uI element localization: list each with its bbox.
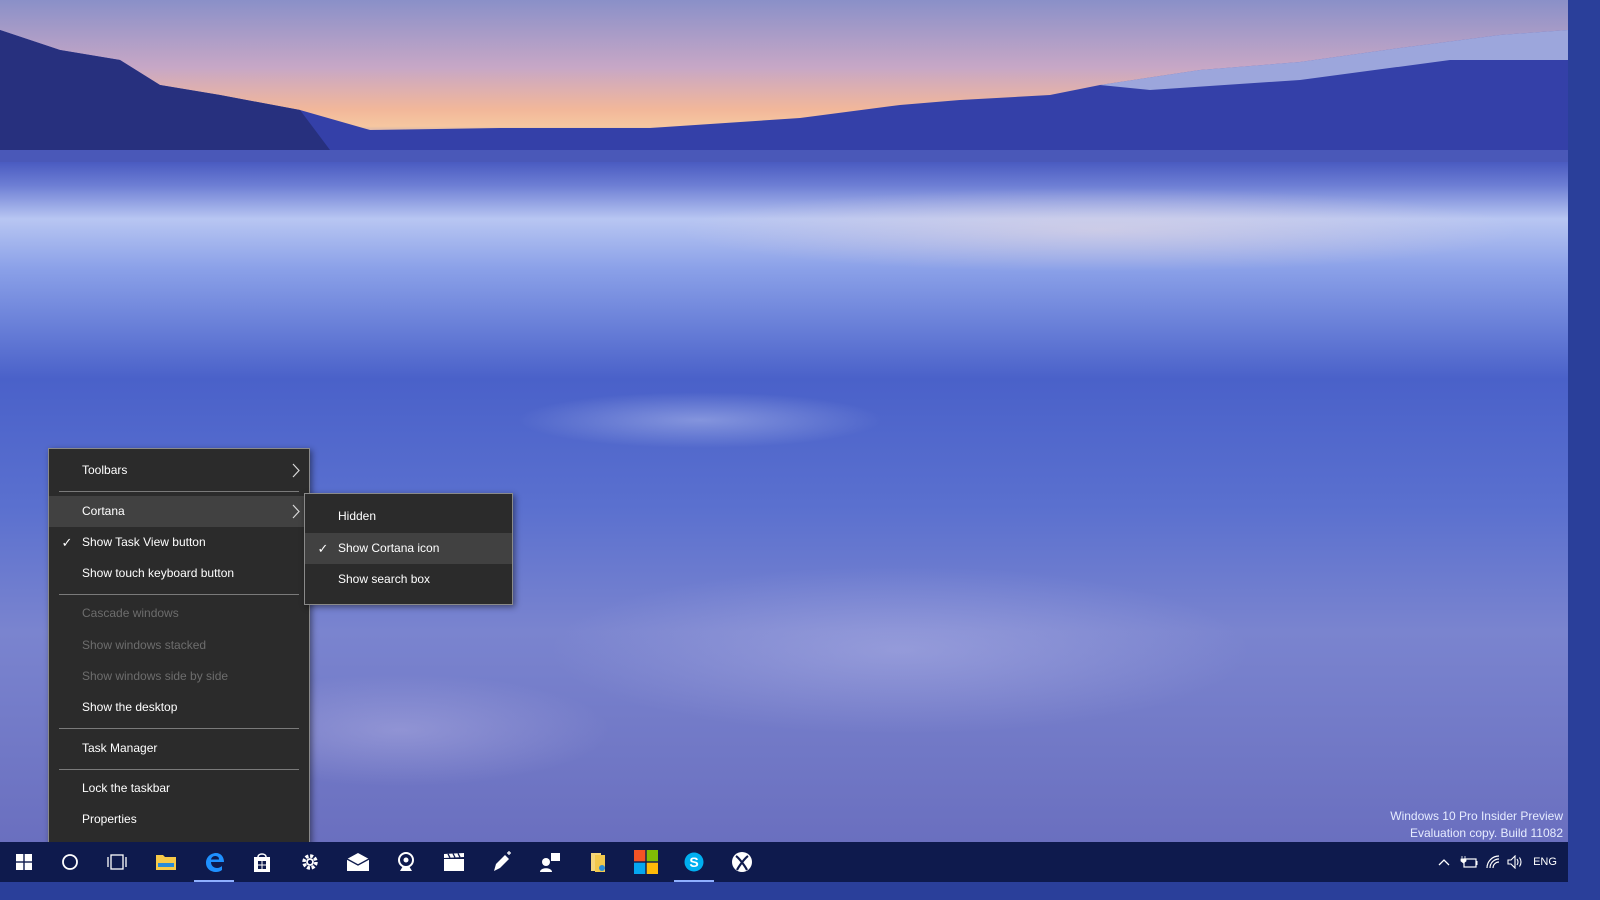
menu-item-show-windows-side-by-side: Show windows side by side bbox=[49, 661, 309, 692]
menu-item-task-manager[interactable]: Task Manager bbox=[49, 733, 309, 764]
mail-button[interactable] bbox=[334, 842, 382, 882]
menu-item-label: Hidden bbox=[338, 509, 377, 523]
folder-icon bbox=[156, 855, 176, 870]
watermark-line-1: Windows 10 Pro Insider Preview bbox=[1390, 809, 1563, 823]
camera-icon bbox=[398, 852, 414, 871]
menu-item-label: Cascade windows bbox=[82, 606, 179, 620]
chevron-right-icon bbox=[292, 504, 300, 519]
menu-item-show-touch-keyboard-button[interactable]: Show touch keyboard button bbox=[49, 558, 309, 589]
movies-app-button[interactable] bbox=[430, 842, 478, 882]
checkmark-icon: ✓ bbox=[317, 541, 329, 556]
menu-item-label: Task Manager bbox=[82, 741, 158, 755]
cortana-submenu: Hidden ✓ Show Cortana icon Show search b… bbox=[304, 493, 513, 605]
cortana-circle-icon bbox=[62, 854, 78, 870]
svg-text:S: S bbox=[689, 854, 698, 870]
speaker-icon bbox=[1507, 855, 1522, 869]
show-hidden-icons-button[interactable] bbox=[1434, 842, 1454, 882]
menu-item-properties[interactable]: Properties bbox=[49, 804, 309, 835]
taskbar[interactable]: S ENG bbox=[0, 842, 1568, 882]
store-bag-icon bbox=[254, 853, 270, 872]
menu-separator bbox=[59, 728, 299, 729]
settings-button[interactable] bbox=[286, 842, 334, 882]
edge-button[interactable] bbox=[190, 842, 238, 882]
mail-icon bbox=[346, 853, 370, 871]
taskbar-context-menu: Toolbars Cortana ✓ Show Task View button… bbox=[48, 448, 310, 845]
menu-item-label: Lock the taskbar bbox=[82, 781, 171, 795]
menu-item-label: Show windows side by side bbox=[82, 669, 229, 683]
pen-icon bbox=[494, 851, 511, 871]
gear-icon bbox=[302, 854, 318, 870]
language-indicator: ENG bbox=[1533, 856, 1557, 868]
submenu-item-show-search-box[interactable]: Show search box bbox=[305, 564, 512, 595]
cortana-button[interactable] bbox=[46, 842, 94, 882]
menu-item-label: Show the desktop bbox=[82, 700, 178, 714]
menu-item-show-windows-stacked: Show windows stacked bbox=[49, 630, 309, 661]
menu-separator bbox=[59, 769, 299, 770]
menu-item-label: Show touch keyboard button bbox=[82, 566, 235, 580]
sketch-app-button[interactable] bbox=[478, 842, 526, 882]
xbox-icon bbox=[732, 852, 752, 872]
menu-item-label: Show Cortana icon bbox=[338, 541, 440, 555]
menu-item-label: Show search box bbox=[338, 572, 431, 586]
start-button[interactable] bbox=[0, 842, 48, 882]
xbox-button[interactable] bbox=[718, 842, 766, 882]
network-tray-button[interactable] bbox=[1482, 842, 1504, 882]
microsoft-logo-icon bbox=[634, 850, 658, 874]
menu-item-show-task-view-button[interactable]: ✓ Show Task View button bbox=[49, 527, 309, 558]
menu-separator bbox=[59, 491, 299, 492]
store-button[interactable] bbox=[238, 842, 286, 882]
task-view-icon bbox=[107, 854, 127, 870]
people-app-button[interactable] bbox=[526, 842, 574, 882]
document-folder-icon bbox=[591, 853, 605, 872]
battery-plugged-icon bbox=[1460, 856, 1478, 868]
input-language-button[interactable]: ENG bbox=[1528, 842, 1562, 882]
chevron-right-icon bbox=[292, 463, 300, 478]
watermark-line-2: Evaluation copy. Build 11082 bbox=[1410, 826, 1563, 840]
windows-watermark: Windows 10 Pro Insider Preview Evaluatio… bbox=[1390, 808, 1563, 842]
microsoft-app-button[interactable] bbox=[622, 842, 670, 882]
clapperboard-icon bbox=[444, 853, 464, 871]
volume-tray-button[interactable] bbox=[1505, 842, 1527, 882]
wifi-icon bbox=[1486, 855, 1500, 869]
menu-item-label: Toolbars bbox=[82, 463, 128, 477]
menu-item-label: Show Task View button bbox=[82, 535, 206, 549]
chevron-up-icon bbox=[1438, 859, 1450, 866]
task-view-button[interactable] bbox=[93, 842, 141, 882]
skype-button[interactable]: S bbox=[670, 842, 718, 882]
menu-item-lock-the-taskbar[interactable]: Lock the taskbar bbox=[49, 773, 309, 804]
documents-app-button[interactable] bbox=[574, 842, 622, 882]
menu-item-cascade-windows: Cascade windows bbox=[49, 598, 309, 629]
skype-icon: S bbox=[684, 852, 704, 872]
file-explorer-button[interactable] bbox=[142, 842, 190, 882]
power-tray-button[interactable] bbox=[1458, 842, 1480, 882]
menu-item-label: Show windows stacked bbox=[82, 638, 207, 652]
menu-item-show-the-desktop[interactable]: Show the desktop bbox=[49, 692, 309, 723]
windows-logo-icon bbox=[16, 854, 32, 870]
menu-item-label: Cortana bbox=[82, 504, 125, 518]
checkmark-icon: ✓ bbox=[61, 535, 73, 550]
submenu-item-hidden[interactable]: Hidden bbox=[305, 501, 512, 532]
camera-app-button[interactable] bbox=[382, 842, 430, 882]
menu-item-cortana[interactable]: Cortana bbox=[49, 496, 309, 527]
menu-item-toolbars[interactable]: Toolbars bbox=[49, 455, 309, 486]
submenu-item-show-cortana-icon[interactable]: ✓ Show Cortana icon bbox=[305, 533, 512, 564]
menu-item-label: Properties bbox=[82, 812, 137, 826]
menu-separator bbox=[59, 594, 299, 595]
edge-icon bbox=[206, 853, 224, 872]
people-icon bbox=[540, 853, 560, 872]
